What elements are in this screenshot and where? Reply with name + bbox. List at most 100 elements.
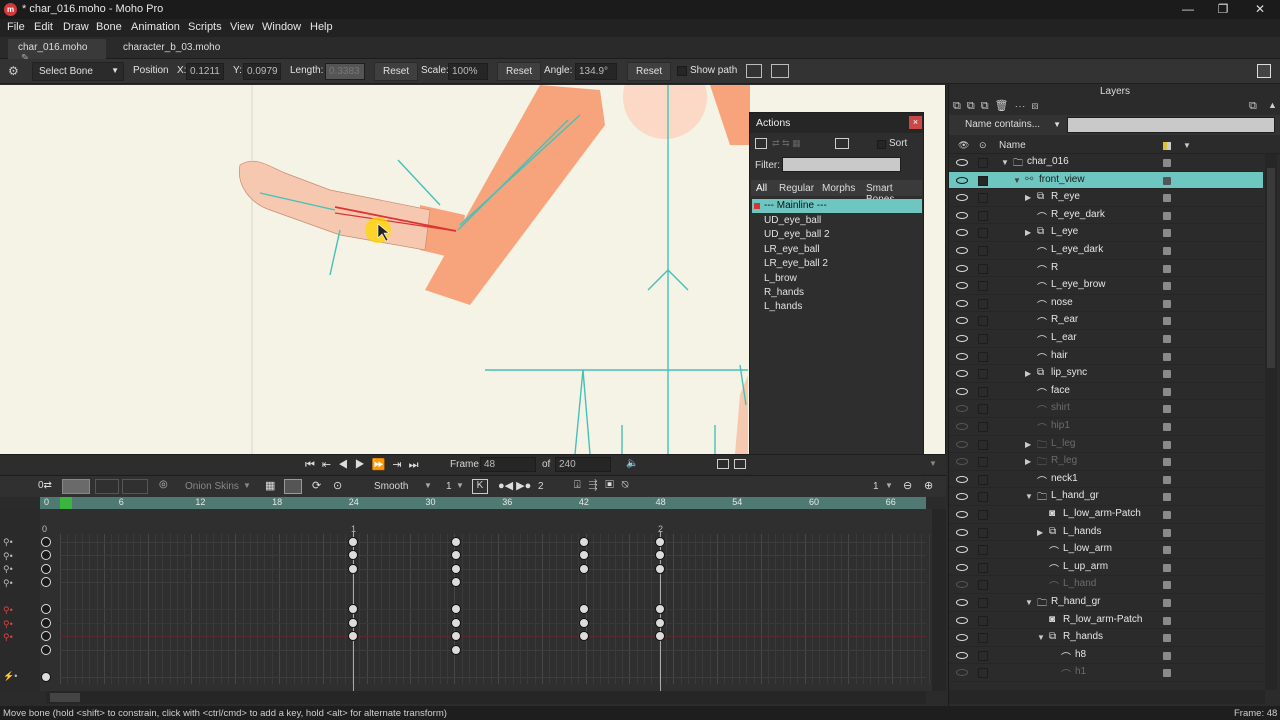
layer-row[interactable]: ⌒ h1	[949, 664, 1263, 682]
eye-icon[interactable]	[956, 440, 968, 448]
eye-icon[interactable]	[956, 651, 968, 659]
filter-input[interactable]	[782, 157, 901, 172]
angle-field[interactable]: 134.9°	[575, 63, 617, 80]
eye-icon[interactable]	[956, 493, 968, 501]
action-item[interactable]: L_brow	[752, 272, 922, 286]
layer-row[interactable]: ▼ ⚯ front_view	[949, 171, 1263, 190]
keyframe-start[interactable]	[41, 618, 51, 628]
layer-row[interactable]: ▶ ⧉ L_eye	[949, 224, 1263, 242]
eye-icon[interactable]	[956, 669, 968, 677]
lock-toggle[interactable]	[978, 422, 988, 432]
eye-icon[interactable]	[956, 299, 968, 307]
layer-row[interactable]: ▼ ⧉ R_hands	[949, 629, 1263, 647]
lock-toggle[interactable]	[978, 545, 988, 556]
layer-color-swatch[interactable]	[1163, 247, 1171, 255]
chevron-right-icon[interactable]: ▶	[1025, 228, 1031, 237]
lock-toggle[interactable]	[978, 246, 988, 256]
chevron-down-icon[interactable]: ▼	[1013, 176, 1021, 185]
eye-icon[interactable]	[956, 282, 968, 290]
sequencer-icon[interactable]	[95, 479, 119, 494]
layer-row[interactable]: ▼ 🗀 R_hand_gr	[949, 594, 1263, 612]
eye-icon[interactable]	[956, 599, 968, 606]
relative-keys-icon[interactable]: 0⇄	[38, 480, 52, 491]
keyframe-start[interactable]	[41, 537, 51, 547]
key-button[interactable]: K	[472, 479, 488, 494]
menu-bone[interactable]: Bone	[96, 21, 122, 33]
layers-hscroll[interactable]	[949, 690, 1265, 704]
eye-icon[interactable]	[956, 387, 968, 395]
timeline-tools-icons[interactable]: ⍗⇶▣⍉	[574, 479, 636, 492]
action-item[interactable]: LR_eye_ball	[752, 243, 922, 257]
eye-icon[interactable]	[956, 634, 968, 642]
layers-scroll-thumb[interactable]	[1267, 168, 1275, 368]
layer-row[interactable]: ⌒ L_eye_dark	[949, 242, 1263, 260]
layer-row[interactable]: ⌒ shirt	[949, 400, 1263, 418]
keyframe[interactable]	[655, 537, 665, 547]
chevron-down-icon[interactable]: ▼	[885, 481, 893, 490]
layer-color-swatch[interactable]	[1163, 264, 1171, 273]
keyframe-start[interactable]	[41, 645, 51, 655]
layer-color-swatch[interactable]	[1163, 528, 1171, 537]
layer-row[interactable]: ▶ ⧉ lip_sync	[949, 365, 1263, 383]
chevron-down-icon[interactable]: ▼	[929, 459, 937, 468]
zoom-number[interactable]: 1	[873, 481, 879, 492]
lock-toggle[interactable]	[978, 404, 988, 415]
lock-toggle[interactable]	[978, 316, 988, 327]
chevron-down-icon[interactable]: ▼	[1025, 492, 1033, 501]
keyframe[interactable]	[579, 604, 589, 614]
keyframe[interactable]	[348, 631, 358, 641]
y-field[interactable]: 0.0979	[243, 63, 281, 80]
layer-color-swatch[interactable]	[1163, 229, 1171, 238]
layer-row[interactable]: ▶ 🗀 L_leg	[949, 436, 1263, 454]
layer-color-swatch[interactable]	[1163, 317, 1171, 326]
library-icon[interactable]	[1257, 64, 1271, 78]
layer-color-swatch[interactable]	[1163, 581, 1171, 590]
action-item[interactable]: --- Mainline ---	[752, 199, 922, 213]
layer-color-swatch[interactable]	[1163, 440, 1171, 449]
layer-color-swatch[interactable]	[1163, 511, 1171, 519]
layer-color-swatch[interactable]	[1163, 616, 1171, 625]
action-item[interactable]: UD_eye_ball 2	[752, 228, 922, 242]
scroll-thumb[interactable]	[50, 693, 80, 702]
key-nav-icon[interactable]: ●◀ ▶●	[498, 479, 531, 492]
lock-toggle[interactable]	[978, 263, 988, 274]
frame-icon[interactable]	[746, 64, 762, 78]
channel-view-icon[interactable]	[62, 479, 90, 494]
lock-toggle[interactable]	[978, 527, 988, 538]
tab-all[interactable]: All	[756, 183, 767, 194]
tab-char-016[interactable]: char_016.moho ✎	[8, 39, 106, 64]
keyframe[interactable]	[655, 550, 665, 560]
layer-row[interactable]: ⌒ neck1	[949, 471, 1263, 489]
layer-row[interactable]: ▶ ⧉ R_eye	[949, 189, 1263, 207]
layer-color-swatch[interactable]	[1163, 651, 1171, 660]
layer-row[interactable]: ⌒ R_eye_dark	[949, 207, 1263, 225]
eye-icon[interactable]	[956, 423, 968, 430]
layer-color-swatch[interactable]	[1163, 423, 1171, 431]
layer-row[interactable]: ▼ 🗀 char_016	[949, 154, 1263, 172]
eye-icon[interactable]	[956, 528, 968, 536]
layer-color-swatch[interactable]	[1163, 405, 1171, 414]
motion-graph-icon[interactable]	[122, 479, 148, 494]
keyframe[interactable]	[348, 564, 358, 574]
keyframe-start[interactable]	[41, 550, 51, 560]
cycle-icon[interactable]: ⊙	[333, 479, 342, 492]
frame-field[interactable]: 48	[480, 457, 536, 472]
eye-icon[interactable]	[956, 264, 968, 272]
lock-toggle[interactable]	[978, 650, 988, 661]
chevron-down-icon[interactable]: ▼	[1037, 633, 1045, 642]
sort-checkbox[interactable]	[877, 140, 886, 149]
vertical-scrollbar[interactable]	[932, 509, 946, 691]
view-mode-icon[interactable]	[717, 459, 729, 469]
close-button[interactable]: ✕	[1242, 0, 1278, 19]
menu-scripts[interactable]: Scripts	[188, 21, 222, 33]
horizontal-scrollbar[interactable]	[46, 691, 926, 704]
keyframe[interactable]	[579, 631, 589, 641]
playback-controls-icons[interactable]: ⏮⇤◀▶⏩⇥⏭	[305, 458, 426, 472]
lock-toggle[interactable]	[978, 492, 988, 503]
tab-character-b-03[interactable]: character_b_03.moho	[113, 39, 231, 59]
scale-field[interactable]: 100%	[448, 63, 488, 80]
menu-help[interactable]: Help	[310, 21, 333, 33]
layer-row[interactable]: ⌒ L_hand	[949, 576, 1263, 594]
menu-window[interactable]: Window	[262, 21, 301, 33]
layer-color-swatch[interactable]	[1163, 458, 1171, 467]
